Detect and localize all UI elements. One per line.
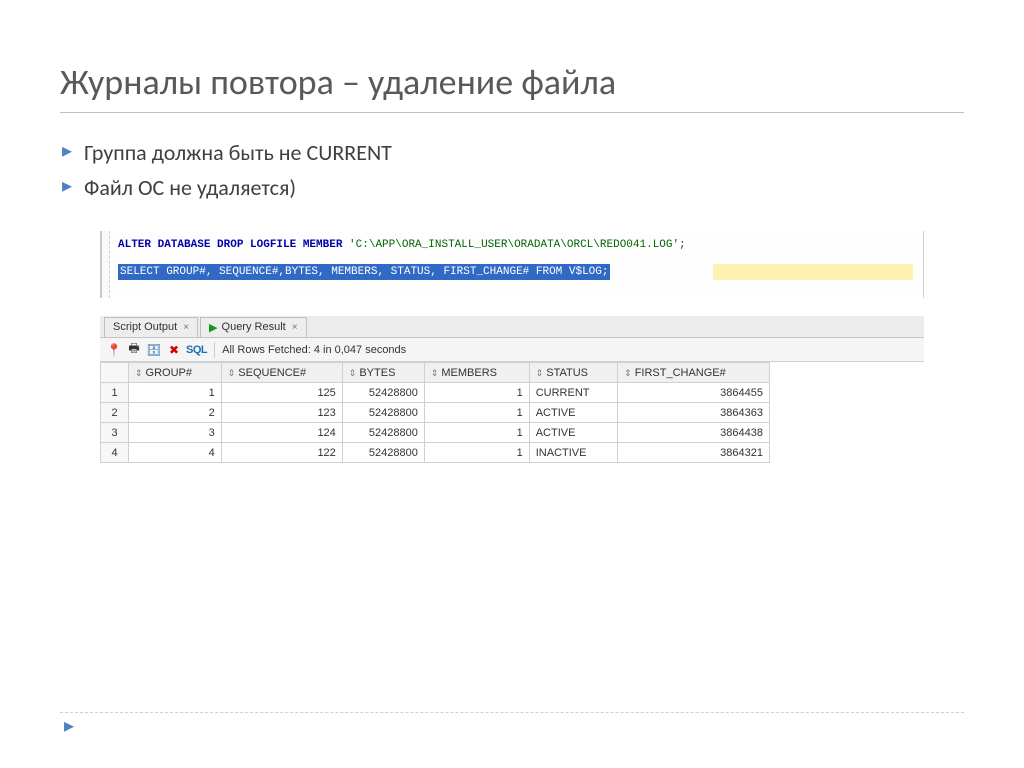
cell-members: 1	[424, 403, 529, 423]
sql-label[interactable]: SQL	[186, 344, 207, 356]
sql-line-select-wrapper: SELECT GROUP#, SEQUENCE#,BYTES, MEMBERS,…	[118, 264, 913, 281]
row-number: 3	[101, 423, 129, 443]
cell-status: CURRENT	[529, 383, 617, 403]
editor-gutter	[102, 231, 110, 298]
header-col[interactable]: ⇕SEQUENCE#	[221, 363, 342, 383]
slide-title: Журналы повтора – удаление файла	[60, 60, 964, 113]
cell-group: 2	[129, 403, 222, 423]
header-col[interactable]: ⇕BYTES	[342, 363, 424, 383]
footer-divider	[60, 712, 964, 713]
cell-first-change: 3864321	[618, 443, 770, 463]
results-toolbar: 📍 🖶 🗄 ✖ SQL All Rows Fetched: 4 in 0,047…	[100, 338, 924, 362]
sort-icon: ⇕	[536, 368, 544, 378]
header-label: GROUP#	[146, 367, 192, 379]
play-icon: ▶	[209, 321, 217, 334]
slide-content: Журналы повтора – удаление файла Группа …	[0, 0, 1024, 503]
row-number: 1	[101, 383, 129, 403]
close-icon[interactable]: ×	[292, 322, 298, 333]
footer-arrow-icon: ▸	[64, 713, 74, 738]
sort-icon: ⇕	[624, 368, 632, 378]
cell-first-change: 3864455	[618, 383, 770, 403]
sql-string: 'C:\APP\ORA_INSTALL_USER\ORADATA\ORCL\RE…	[349, 239, 679, 251]
cell-bytes: 52428800	[342, 403, 424, 423]
cell-bytes: 52428800	[342, 423, 424, 443]
sql-text: ;	[679, 239, 686, 251]
close-icon[interactable]: ×	[183, 322, 189, 333]
refresh-data-icon[interactable]: 🗄	[146, 342, 162, 358]
sql-selected-line: SELECT GROUP#, SEQUENCE#,BYTES, MEMBERS,…	[118, 264, 610, 281]
cell-first-change: 3864363	[618, 403, 770, 423]
table-row[interactable]: 2 2 123 52428800 1 ACTIVE 3864363	[101, 403, 770, 423]
cell-status: ACTIVE	[529, 403, 617, 423]
bullet-item: Группа должна быть не CURRENT	[62, 135, 964, 170]
blank-line	[118, 254, 913, 264]
sql-editor[interactable]: ALTER DATABASE DROP LOGFILE MEMBER 'C:\A…	[100, 231, 924, 298]
bullet-list: Группа должна быть не CURRENT Файл ОС не…	[62, 135, 964, 205]
separator	[214, 342, 215, 358]
header-col[interactable]: ⇕FIRST_CHANGE#	[618, 363, 770, 383]
sort-icon: ⇕	[431, 368, 439, 378]
row-number: 4	[101, 443, 129, 463]
cell-sequence: 122	[221, 443, 342, 463]
table-row[interactable]: 4 4 122 52428800 1 INACTIVE 3864321	[101, 443, 770, 463]
table-row[interactable]: 3 3 124 52428800 1 ACTIVE 3864438	[101, 423, 770, 443]
header-row: ⇕GROUP# ⇕SEQUENCE# ⇕BYTES ⇕MEMBERS ⇕STAT…	[101, 363, 770, 383]
cell-sequence: 124	[221, 423, 342, 443]
sort-icon: ⇕	[228, 368, 236, 378]
bullet-item: Файл ОС не удаляется)	[62, 170, 964, 205]
header-col[interactable]: ⇕GROUP#	[129, 363, 222, 383]
sort-icon: ⇕	[349, 368, 357, 378]
cell-bytes: 52428800	[342, 383, 424, 403]
header-label: SEQUENCE#	[238, 367, 306, 379]
tab-script-output[interactable]: Script Output ×	[104, 317, 198, 337]
print-icon[interactable]: 🖶	[126, 342, 142, 358]
fetch-status: All Rows Fetched: 4 in 0,047 seconds	[222, 344, 406, 356]
cell-status: INACTIVE	[529, 443, 617, 463]
cell-first-change: 3864438	[618, 423, 770, 443]
header-col[interactable]: ⇕MEMBERS	[424, 363, 529, 383]
result-tabbar: Script Output × ▶ Query Result ×	[100, 316, 924, 338]
row-number: 2	[101, 403, 129, 423]
cell-group: 1	[129, 383, 222, 403]
cell-group: 4	[129, 443, 222, 463]
sql-keyword: ALTER DATABASE DROP LOGFILE MEMBER	[118, 239, 342, 251]
code-area[interactable]: ALTER DATABASE DROP LOGFILE MEMBER 'C:\A…	[102, 231, 923, 298]
tab-query-result[interactable]: ▶ Query Result ×	[200, 317, 307, 337]
table-row[interactable]: 1 1 125 52428800 1 CURRENT 3864455	[101, 383, 770, 403]
tab-label: Script Output	[113, 321, 177, 333]
results-panel: Script Output × ▶ Query Result × 📍 🖶 🗄 ✖…	[100, 316, 924, 463]
sql-line-alter: ALTER DATABASE DROP LOGFILE MEMBER 'C:\A…	[118, 237, 913, 254]
header-label: MEMBERS	[441, 367, 497, 379]
cell-members: 1	[424, 383, 529, 403]
cell-members: 1	[424, 423, 529, 443]
cell-group: 3	[129, 423, 222, 443]
header-label: FIRST_CHANGE#	[635, 367, 726, 379]
header-label: BYTES	[359, 367, 395, 379]
pin-icon[interactable]: 📍	[106, 342, 122, 358]
header-col[interactable]: ⇕STATUS	[529, 363, 617, 383]
results-grid[interactable]: ⇕GROUP# ⇕SEQUENCE# ⇕BYTES ⇕MEMBERS ⇕STAT…	[100, 362, 770, 463]
header-label: STATUS	[546, 367, 588, 379]
cell-members: 1	[424, 443, 529, 463]
sort-icon: ⇕	[135, 368, 143, 378]
delete-icon[interactable]: ✖	[166, 342, 182, 358]
cell-sequence: 125	[221, 383, 342, 403]
header-rownum	[101, 363, 129, 383]
cell-bytes: 52428800	[342, 443, 424, 463]
cell-sequence: 123	[221, 403, 342, 423]
cell-status: ACTIVE	[529, 423, 617, 443]
tab-label: Query Result	[222, 321, 286, 333]
